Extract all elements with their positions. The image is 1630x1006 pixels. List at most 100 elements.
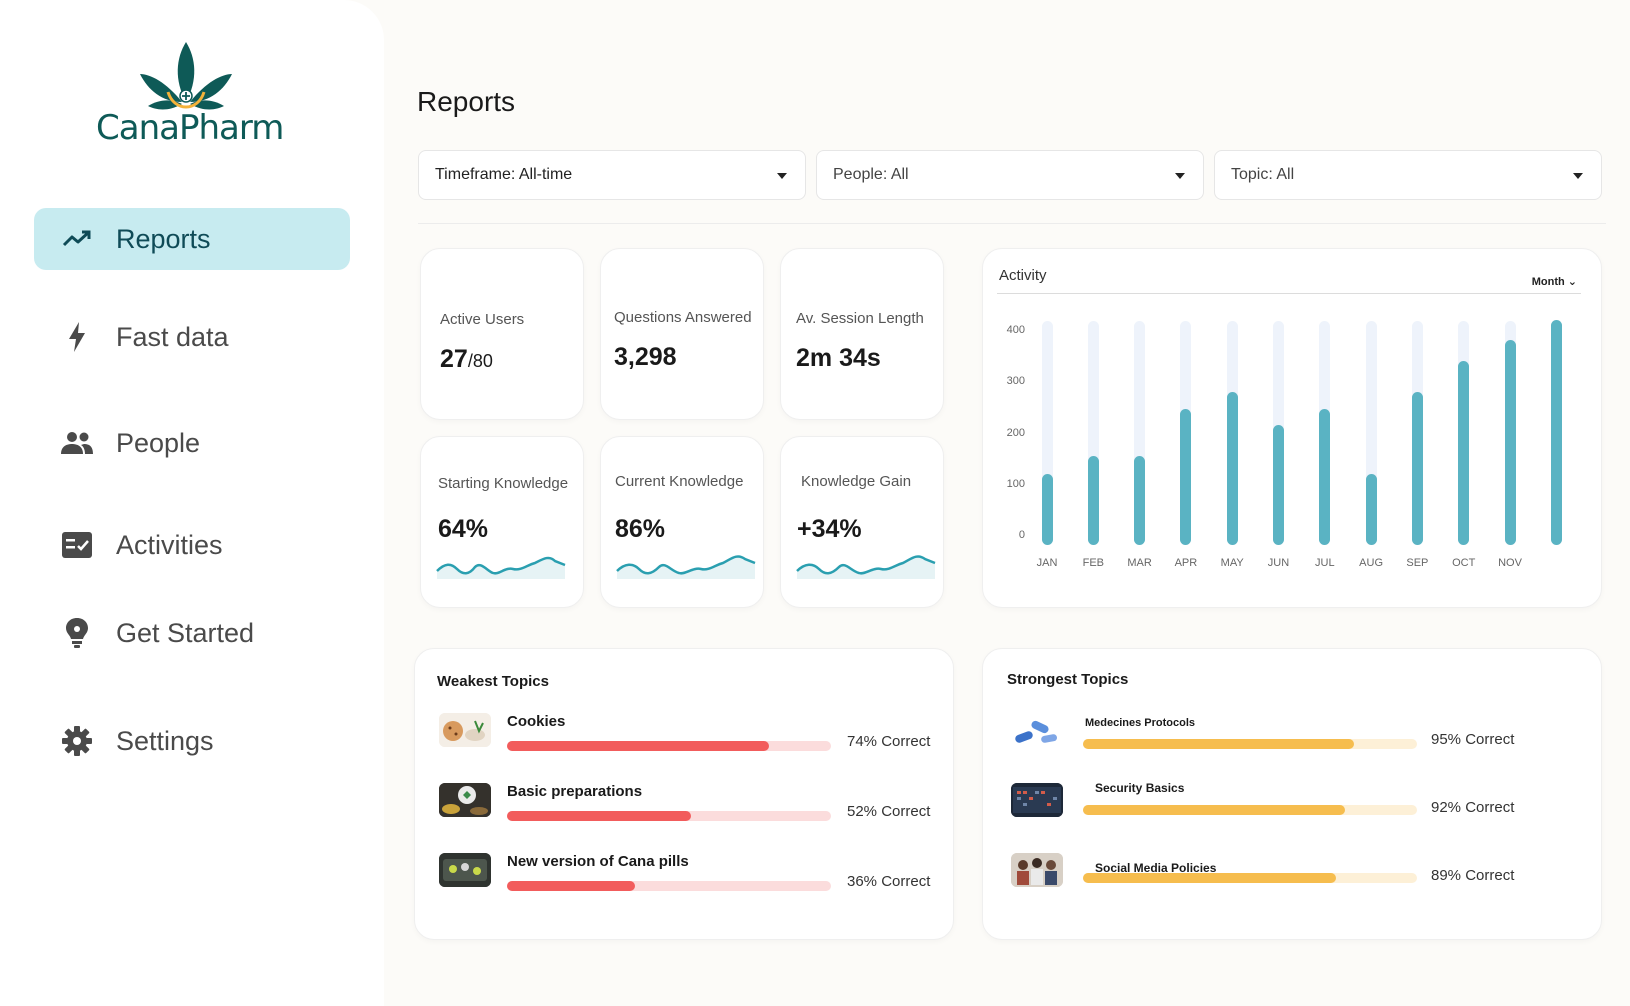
- page-title: Reports: [417, 86, 516, 117]
- topic-name: Basic preparations: [507, 783, 643, 800]
- bar-apr[interactable]: [1180, 409, 1192, 545]
- stat-value: 86%: [615, 515, 666, 543]
- weakest-topics-card: Weakest Topics Cookies 74% Correct Basic…: [414, 648, 954, 940]
- y-tick-label: 200: [1006, 426, 1025, 439]
- progress-track: [507, 811, 831, 821]
- social-media-policies-thumbnail: [1011, 853, 1063, 887]
- sidebar-item-fast-data[interactable]: Fast data: [34, 306, 350, 368]
- divider: [418, 223, 1606, 224]
- people-icon: [60, 426, 94, 460]
- topic-name: Security Basics: [1095, 781, 1185, 795]
- y-tick-label: 0: [1018, 529, 1025, 541]
- x-tick-label: OCT: [1452, 557, 1476, 569]
- current-knowledge-card: Current Knowledge 86%: [600, 436, 764, 608]
- x-tick-label: MAR: [1127, 557, 1152, 569]
- starting-knowledge-card: Starting Knowledge 64%: [420, 436, 584, 608]
- sidebar-item-activities[interactable]: Activities: [34, 514, 350, 576]
- topic-filter[interactable]: Topic: All: [1214, 150, 1602, 200]
- progress-fill: [1083, 805, 1345, 815]
- bar-jul[interactable]: [1319, 409, 1331, 545]
- stat-label: Av. Session Length: [796, 310, 924, 327]
- sidebar-item-settings[interactable]: Settings: [34, 710, 350, 772]
- sidebar-item-label: Reports: [116, 223, 211, 254]
- bar-mar[interactable]: [1134, 455, 1146, 545]
- progress-fill: [507, 881, 635, 891]
- chevron-down-icon: [1573, 173, 1583, 179]
- progress-track: [1083, 739, 1417, 749]
- timeframe-filter[interactable]: Timeframe: All-time: [418, 150, 806, 200]
- stat-value: 27/80: [440, 345, 493, 374]
- topic-name: Cookies: [507, 713, 566, 730]
- bar-sep[interactable]: [1411, 391, 1423, 545]
- sidebar-item-reports[interactable]: Reports: [34, 208, 350, 270]
- stat-value: 64%: [438, 515, 489, 543]
- percent-correct: 92% Correct: [1431, 799, 1515, 816]
- progress-track: [507, 881, 831, 891]
- bar-dec[interactable]: [1550, 319, 1562, 545]
- people-filter[interactable]: People: All: [816, 150, 1204, 200]
- timeframe-filter-label: Timeframe: All-time: [435, 166, 573, 183]
- checklist-icon: [60, 528, 94, 562]
- progress-fill: [1083, 873, 1337, 883]
- progress-track: [1083, 805, 1417, 815]
- strongest-topics-title: Strongest Topics: [1007, 671, 1129, 688]
- sparkline: [436, 556, 566, 579]
- progress-fill: [507, 741, 770, 751]
- bar-aug[interactable]: [1365, 473, 1377, 545]
- bar-may[interactable]: [1226, 391, 1238, 545]
- x-tick-label: AUG: [1359, 557, 1384, 569]
- progress-track: [507, 741, 831, 751]
- sidebar-item-get-started[interactable]: Get Started: [34, 602, 350, 664]
- y-tick-label: 100: [1006, 477, 1025, 490]
- sidebar-item-label: Activities: [116, 529, 223, 560]
- stat-value: +34%: [797, 515, 862, 543]
- sidebar-item-label: Fast data: [116, 321, 229, 352]
- bar-oct[interactable]: [1458, 360, 1470, 545]
- stat-label: Current Knowledge: [615, 473, 744, 490]
- x-tick-label: FEB: [1082, 557, 1104, 569]
- y-tick-label: 400: [1006, 324, 1025, 336]
- chevron-down-icon: [1175, 173, 1185, 179]
- bar-jun[interactable]: [1273, 424, 1284, 545]
- percent-correct: 89% Correct: [1431, 867, 1515, 884]
- weakest-topics-title: Weakest Topics: [437, 673, 549, 690]
- progress-track: [1083, 873, 1417, 883]
- bar-jan[interactable]: [1041, 473, 1053, 545]
- gear-icon: [60, 724, 94, 758]
- basic-preparations-thumbnail: [439, 783, 491, 817]
- strongest-topics-card: Strongest Topics Medecines Protocols 95%…: [982, 648, 1602, 940]
- lightbulb-icon: [60, 616, 94, 650]
- bolt-icon: [60, 320, 94, 354]
- x-tick-label: JUN: [1267, 557, 1290, 569]
- percent-correct: 52% Correct: [847, 803, 931, 820]
- stat-label: Questions Answered: [614, 309, 752, 326]
- stat-label: Active Users: [440, 311, 525, 328]
- stat-label: Starting Knowledge: [438, 475, 569, 492]
- stat-label: Knowledge Gain: [801, 473, 912, 490]
- percent-correct: 95% Correct: [1431, 731, 1515, 748]
- x-tick-label: JAN: [1036, 557, 1058, 569]
- topic-name: New version of Cana pills: [507, 853, 689, 870]
- x-tick-label: MAY: [1220, 557, 1244, 569]
- questions-answered-card: Questions Answered 3,298: [600, 248, 764, 420]
- bar-feb[interactable]: [1087, 455, 1099, 545]
- stat-number: 27: [440, 345, 468, 373]
- stat-value: 3,298: [614, 343, 677, 371]
- people-filter-label: People: All: [833, 166, 909, 183]
- knowledge-gain-card: Knowledge Gain +34%: [780, 436, 944, 608]
- percent-correct: 74% Correct: [847, 733, 931, 750]
- sidebar-item-label: Get Started: [116, 617, 255, 648]
- session-length-card: Av. Session Length 2m 34s: [780, 248, 944, 420]
- sidebar-item-label: People: [116, 427, 201, 458]
- x-tick-label: JUL: [1315, 557, 1335, 569]
- progress-fill: [1083, 739, 1354, 749]
- stat-value: 2m 34s: [796, 344, 881, 372]
- progress-fill: [507, 811, 692, 821]
- topic-name: Medecines Protocols: [1085, 717, 1196, 729]
- activity-chart-card: Activity Month ⌄ 400 300 200 100 0 JAN FEB MAR A…: [982, 248, 1602, 608]
- activity-chart: 400 300 200 100 0 JAN FEB MAR APR MAY JUN JUL AUG SEP…: [983, 249, 1603, 609]
- bar-nov[interactable]: [1504, 340, 1516, 545]
- sparkline: [796, 555, 936, 579]
- sidebar-item-people[interactable]: People: [34, 412, 350, 474]
- brand-name: CanaPharm: [96, 108, 284, 148]
